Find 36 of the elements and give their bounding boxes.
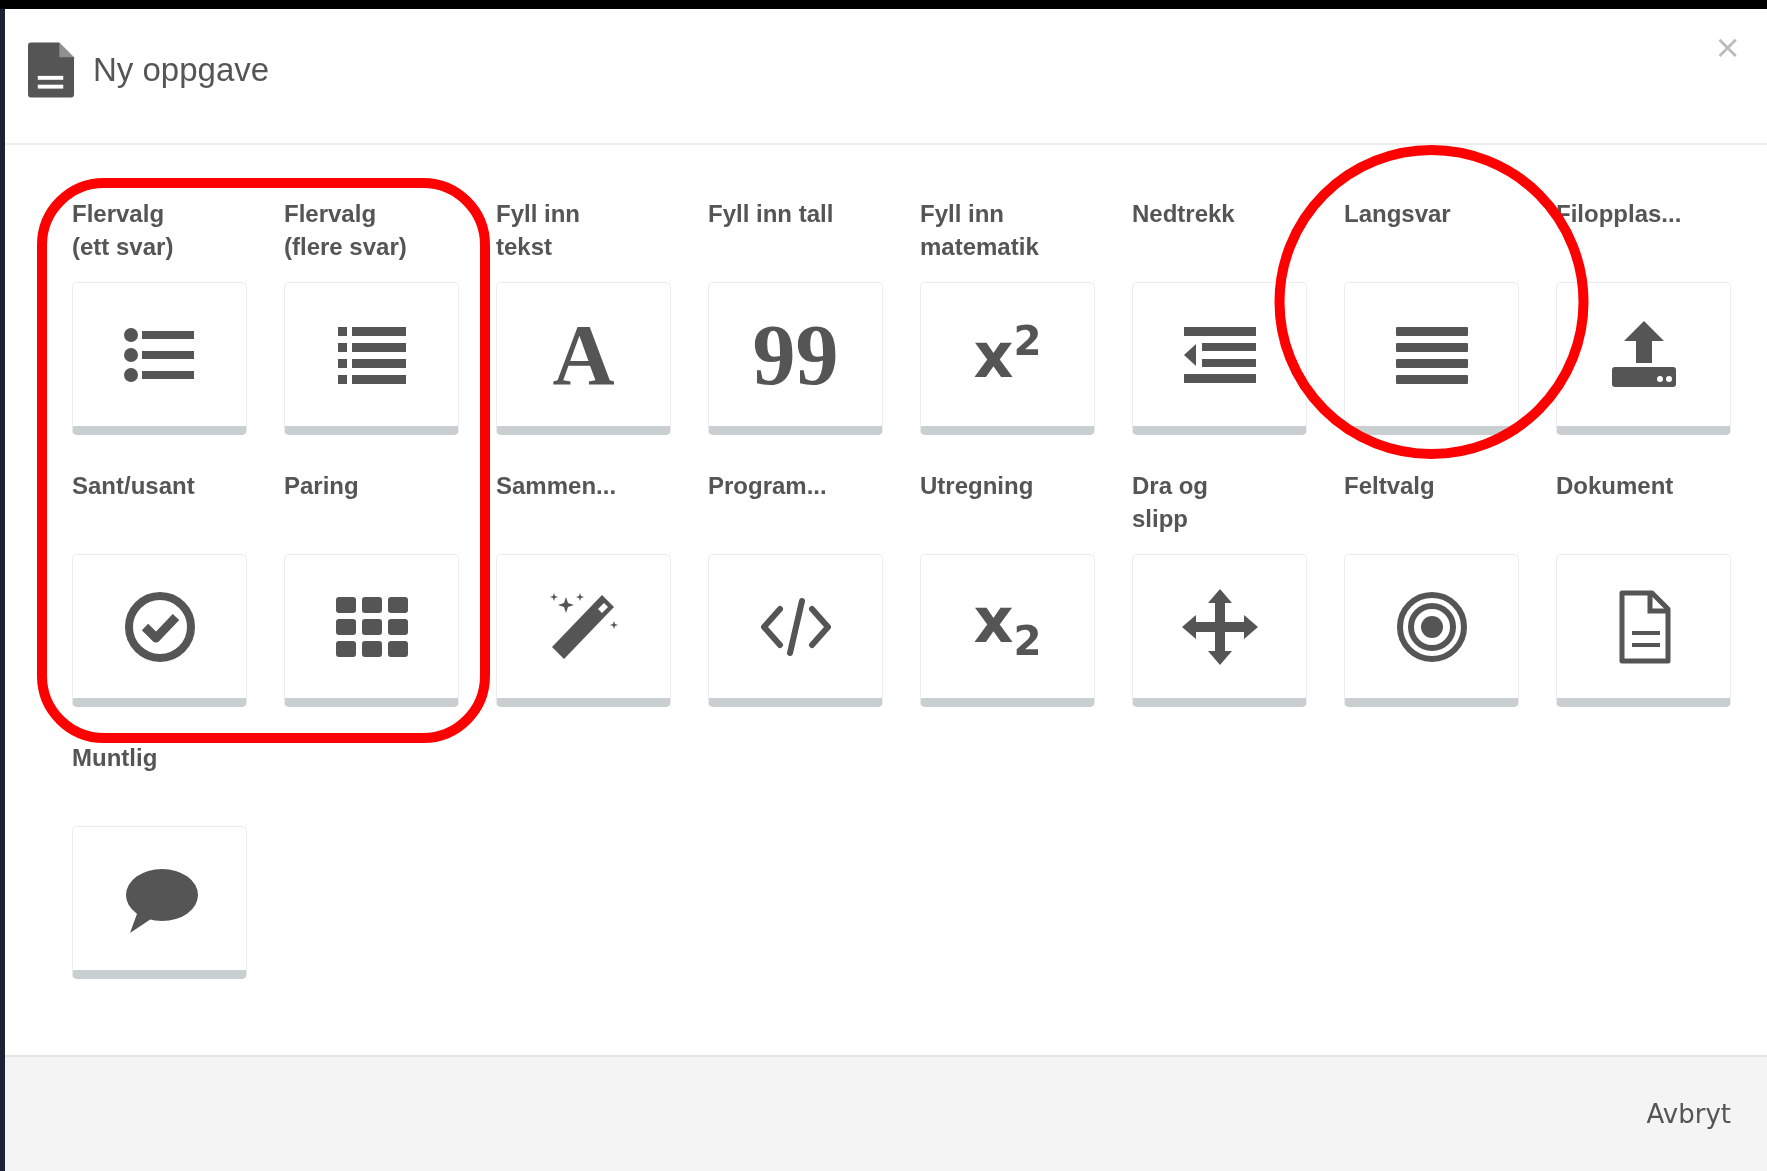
task-type-label: Paring — [284, 471, 360, 501]
task-type-button[interactable]: x$_{2}$ — [920, 554, 1095, 707]
task-type-button[interactable] — [1132, 554, 1307, 707]
task-type-button[interactable] — [1132, 282, 1307, 435]
task-type-button[interactable] — [1556, 282, 1731, 435]
task-type-button[interactable] — [284, 554, 459, 707]
task-type-button[interactable] — [1344, 282, 1519, 435]
task-type-label: Flervalg (flere svar) — [284, 199, 408, 262]
cancel-button[interactable]: Avbryt — [1642, 1093, 1735, 1135]
task-type-button[interactable] — [72, 554, 247, 707]
task-type-label: Fyll inn tall — [708, 199, 835, 229]
task-type-button[interactable] — [708, 554, 883, 707]
dialog-title: Ny oppgave — [93, 51, 270, 89]
task-type-label: Feltvalg — [1344, 471, 1436, 501]
task-type-label: Utregning — [920, 471, 1035, 501]
task-type-label: Sammen... — [496, 471, 618, 501]
task-type-button[interactable]: 99 — [708, 282, 883, 435]
task-type-label: Dra og slipp — [1132, 471, 1209, 534]
task-type-button[interactable] — [72, 826, 247, 979]
task-type-label: Fyll inn tekst — [496, 199, 581, 262]
task-type-button[interactable] — [72, 282, 247, 435]
task-type-label: Sant/usant — [72, 471, 196, 501]
task-type-label: Dokument — [1556, 471, 1675, 501]
task-type-button[interactable] — [1344, 554, 1519, 707]
task-type-label: Muntlig — [72, 743, 159, 773]
task-type-button[interactable]: x$^{2}$ — [920, 282, 1095, 435]
document-icon — [28, 42, 75, 98]
task-type-label: Langsvar — [1344, 199, 1452, 229]
task-type-button[interactable] — [284, 282, 459, 435]
task-type-label: Program... — [708, 471, 828, 501]
task-type-label: Fyll inn matematik — [920, 199, 1040, 262]
task-type-button[interactable]: A — [496, 282, 671, 435]
task-type-button[interactable] — [496, 554, 671, 707]
task-type-button[interactable] — [1556, 554, 1731, 707]
task-type-label: Nedtrekk — [1132, 199, 1236, 229]
task-type-label: Flervalg (ett svar) — [72, 199, 175, 262]
